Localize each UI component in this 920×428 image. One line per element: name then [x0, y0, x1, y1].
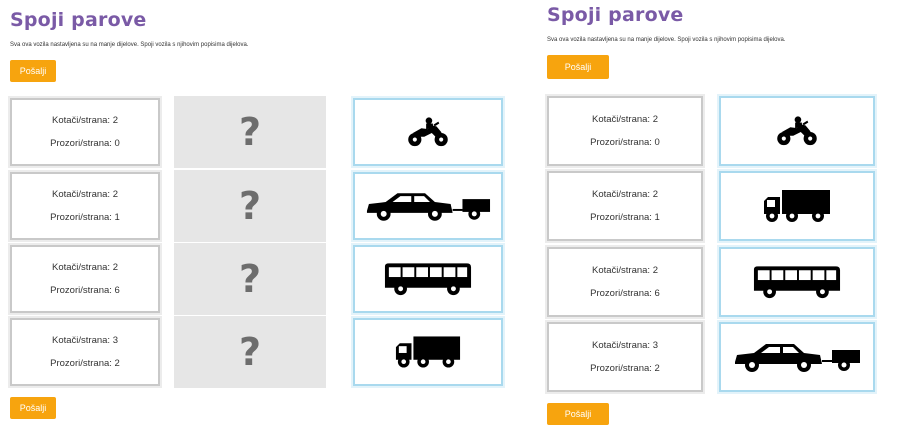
- submit-button-top[interactable]: Pošalji: [547, 55, 609, 79]
- vehicle-card-motorcycle[interactable]: [719, 96, 875, 166]
- bus-icon: [383, 262, 473, 296]
- wheels-label: Kotači/strana: 2: [51, 115, 118, 126]
- bus-icon: [752, 265, 842, 299]
- windows-label: Prozori/strana: 0: [50, 138, 120, 149]
- car-with-trailer-icon: [364, 189, 492, 223]
- parts-card[interactable]: Kotači/strana: 2 Prozori/strana: 6: [10, 245, 160, 313]
- wheels-label: Kotači/strana: 3: [591, 340, 658, 351]
- drop-slot[interactable]: ?: [174, 96, 326, 168]
- truck-icon: [762, 189, 832, 223]
- vehicle-card-bus[interactable]: [719, 247, 875, 317]
- parts-card[interactable]: Kotači/strana: 3 Prozori/strana: 2: [547, 322, 703, 392]
- parts-card[interactable]: Kotači/strana: 2 Prozori/strana: 1: [10, 172, 160, 240]
- vehicle-card-bus[interactable]: [353, 245, 503, 313]
- parts-card[interactable]: Kotači/strana: 2 Prozori/strana: 6: [547, 247, 703, 317]
- submit-button-bottom[interactable]: Pošalji: [547, 403, 609, 425]
- vehicle-card-car-trailer[interactable]: [719, 322, 875, 392]
- drop-slot[interactable]: ?: [174, 243, 326, 315]
- wheels-label: Kotači/strana: 2: [51, 262, 118, 273]
- parts-card[interactable]: Kotači/strana: 2 Prozori/strana: 0: [547, 96, 703, 166]
- windows-label: Prozori/strana: 6: [590, 288, 660, 299]
- windows-label: Prozori/strana: 1: [50, 212, 120, 223]
- windows-label: Prozori/strana: 2: [590, 363, 660, 374]
- vehicle-card-motorcycle[interactable]: [353, 98, 503, 166]
- submit-button-bottom[interactable]: Pošalji: [10, 397, 56, 419]
- wheels-label: Kotači/strana: 2: [591, 114, 658, 125]
- wheels-label: Kotači/strana: 2: [591, 265, 658, 276]
- parts-card[interactable]: Kotači/strana: 2 Prozori/strana: 0: [10, 98, 160, 166]
- wheels-label: Kotači/strana: 2: [51, 189, 118, 200]
- parts-card[interactable]: Kotači/strana: 3 Prozori/strana: 2: [10, 318, 160, 386]
- windows-label: Prozori/strana: 2: [50, 358, 120, 369]
- wheels-label: Kotači/strana: 2: [591, 189, 658, 200]
- wheels-label: Kotači/strana: 3: [51, 335, 118, 346]
- windows-label: Prozori/strana: 1: [590, 212, 660, 223]
- vehicle-card-truck[interactable]: [353, 318, 503, 386]
- motorcycle-icon: [776, 115, 818, 147]
- car-with-trailer-icon: [732, 340, 862, 374]
- vehicle-card-truck[interactable]: [719, 171, 875, 241]
- parts-card[interactable]: Kotači/strana: 2 Prozori/strana: 1: [547, 171, 703, 241]
- page-title: Spoji parove: [10, 9, 147, 31]
- drop-slot[interactable]: ?: [174, 170, 326, 242]
- page-title: Spoji parove: [547, 4, 684, 26]
- drop-slot[interactable]: ?: [174, 316, 326, 388]
- instructions-text: Sva ova vozila nastavljena su na manje d…: [547, 37, 786, 43]
- vehicle-card-car-trailer[interactable]: [353, 172, 503, 240]
- motorcycle-icon: [407, 116, 449, 148]
- windows-label: Prozori/strana: 0: [590, 137, 660, 148]
- instructions-text: Sva ova vozila nastavljena su na manje d…: [10, 42, 249, 48]
- submit-button-top[interactable]: Pošalji: [10, 60, 56, 82]
- truck-icon: [394, 335, 462, 369]
- windows-label: Prozori/strana: 6: [50, 285, 120, 296]
